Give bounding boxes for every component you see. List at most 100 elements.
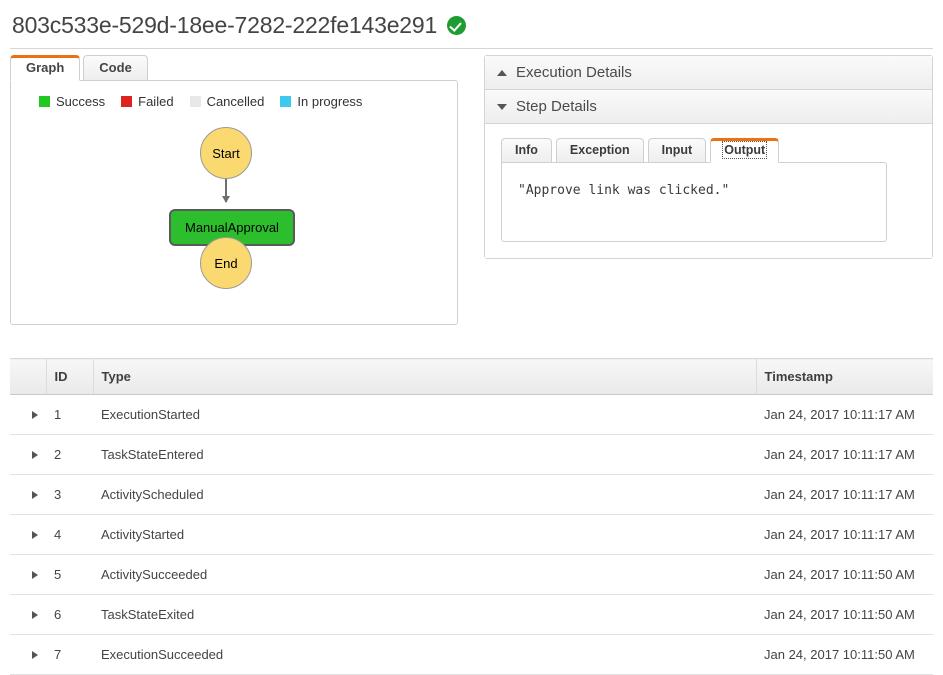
tab-info[interactable]: Info: [501, 138, 552, 163]
column-header-timestamp: Timestamp: [756, 358, 933, 395]
legend-item-cancelled: Cancelled: [189, 94, 265, 109]
row-timestamp: Jan 24, 2017 10:11:50 AM: [756, 594, 933, 635]
expand-triangle-icon[interactable]: [32, 450, 38, 459]
column-header-expand: [10, 358, 47, 395]
row-type: TaskStateEntered: [93, 434, 756, 475]
expand-triangle-icon[interactable]: [32, 650, 38, 659]
row-timestamp: Jan 24, 2017 10:11:17 AM: [756, 474, 933, 515]
row-id: 3: [46, 474, 93, 515]
triangle-down-icon: [497, 103, 507, 110]
step-details-body: Info Exception Input Output "Approve lin…: [485, 124, 932, 258]
row-expand-cell[interactable]: [10, 434, 46, 475]
row-type: ExecutionSucceeded: [93, 634, 756, 675]
graph-node-end-label: End: [214, 255, 238, 271]
row-expand-cell[interactable]: [10, 594, 46, 635]
table-body: 1 ExecutionStarted Jan 24, 2017 10:11:17…: [10, 394, 933, 675]
state-machine-graph: Start ManualApproval End: [11, 109, 457, 304]
top-section: Graph Code Success Failed Cancelled In p…: [0, 49, 943, 327]
tab-exception[interactable]: Exception: [555, 138, 644, 163]
legend-label-cancelled: Cancelled: [206, 94, 265, 109]
execution-events-table: ID Type Timestamp 1 ExecutionStarted Jan…: [10, 358, 933, 675]
tab-output[interactable]: Output: [710, 138, 780, 163]
table-header: ID Type Timestamp: [10, 358, 933, 395]
row-expand-cell[interactable]: [10, 474, 46, 515]
legend-label-failed: Failed: [138, 94, 174, 109]
legend-item-in-progress: In progress: [280, 94, 362, 109]
table-row[interactable]: 6 TaskStateExited Jan 24, 2017 10:11:50 …: [10, 594, 933, 635]
row-type: ActivityStarted: [93, 514, 756, 555]
graph-node-start-label: Start: [212, 145, 240, 161]
tab-input-label: Input: [661, 143, 693, 157]
row-timestamp: Jan 24, 2017 10:11:17 AM: [756, 394, 933, 435]
tab-exception-label: Exception: [569, 143, 630, 157]
output-content-box: "Approve link was clicked.": [501, 162, 887, 242]
row-timestamp: Jan 24, 2017 10:11:50 AM: [756, 634, 933, 675]
graph-node-end[interactable]: End: [200, 237, 252, 289]
table-row[interactable]: 5 ActivitySucceeded Jan 24, 2017 10:11:5…: [10, 554, 933, 595]
tab-code[interactable]: Code: [83, 55, 148, 81]
tab-output-label: Output: [722, 141, 768, 159]
graph-node-start[interactable]: Start: [200, 127, 252, 179]
graph-code-tabstrip: Graph Code: [10, 55, 458, 81]
expand-triangle-icon[interactable]: [32, 410, 38, 419]
legend-swatch-success-icon: [39, 96, 50, 107]
row-id: 1: [46, 394, 93, 435]
step-details-title: Step Details: [516, 98, 597, 115]
page-header: 803c533e-529d-18ee-7282-222fe143e291: [0, 0, 943, 39]
row-id: 5: [46, 554, 93, 595]
row-timestamp: Jan 24, 2017 10:11:17 AM: [756, 514, 933, 555]
row-id: 7: [46, 634, 93, 675]
execution-details-header[interactable]: Execution Details: [485, 56, 932, 90]
step-details-header[interactable]: Step Details: [485, 90, 932, 124]
tab-info-label: Info: [515, 143, 538, 157]
status-legend: Success Failed Cancelled In progress: [11, 81, 457, 109]
row-timestamp: Jan 24, 2017 10:11:17 AM: [756, 434, 933, 475]
table-row[interactable]: 7 ExecutionSucceeded Jan 24, 2017 10:11:…: [10, 634, 933, 675]
graph-canvas-container: Success Failed Cancelled In progress Sta: [10, 80, 458, 325]
table-row[interactable]: 3 ActivityScheduled Jan 24, 2017 10:11:1…: [10, 474, 933, 515]
row-type: TaskStateExited: [93, 594, 756, 635]
expand-triangle-icon[interactable]: [32, 610, 38, 619]
success-check-icon: [447, 16, 467, 35]
expand-triangle-icon[interactable]: [32, 530, 38, 539]
graph-edge-start-to-manualapproval: [222, 179, 229, 203]
table-row[interactable]: 4 ActivityStarted Jan 24, 2017 10:11:17 …: [10, 514, 933, 555]
graph-panel: Graph Code Success Failed Cancelled In p…: [10, 55, 458, 325]
triangle-up-icon: [497, 69, 507, 76]
row-type: ActivitySucceeded: [93, 554, 756, 595]
expand-triangle-icon[interactable]: [32, 570, 38, 579]
table-row[interactable]: 2 TaskStateEntered Jan 24, 2017 10:11:17…: [10, 434, 933, 475]
expand-triangle-icon[interactable]: [32, 490, 38, 499]
row-timestamp: Jan 24, 2017 10:11:50 AM: [756, 554, 933, 595]
legend-label-success: Success: [56, 94, 106, 109]
table-row[interactable]: 1 ExecutionStarted Jan 24, 2017 10:11:17…: [10, 394, 933, 435]
tab-graph[interactable]: Graph: [10, 55, 81, 81]
graph-node-manualapproval-label: ManualApproval: [185, 220, 279, 235]
row-expand-cell[interactable]: [10, 514, 46, 555]
legend-swatch-cancelled-icon: [189, 96, 201, 107]
tab-graph-label: Graph: [26, 60, 65, 75]
row-type: ExecutionStarted: [93, 394, 756, 435]
tab-code-label: Code: [99, 60, 132, 75]
legend-item-failed: Failed: [121, 94, 174, 109]
column-header-id: ID: [46, 358, 94, 395]
step-details-tabstrip: Info Exception Input Output: [501, 138, 916, 163]
tab-input[interactable]: Input: [647, 138, 707, 163]
row-expand-cell[interactable]: [10, 634, 46, 675]
legend-swatch-in-progress-icon: [280, 96, 292, 107]
legend-label-in-progress: In progress: [297, 94, 363, 109]
execution-details-title: Execution Details: [516, 64, 632, 81]
details-panel: Execution Details Step Details Info Exce…: [484, 55, 933, 259]
table-header-row: ID Type Timestamp: [10, 358, 933, 395]
output-text: "Approve link was clicked.": [518, 183, 730, 198]
row-type: ActivityScheduled: [93, 474, 756, 515]
row-id: 2: [46, 434, 93, 475]
page-title: 803c533e-529d-18ee-7282-222fe143e291: [12, 12, 438, 38]
row-id: 6: [46, 594, 93, 635]
row-id: 4: [46, 514, 93, 555]
row-expand-cell[interactable]: [10, 394, 46, 435]
legend-swatch-failed-icon: [121, 96, 133, 107]
column-header-type: Type: [93, 358, 757, 395]
legend-item-success: Success: [39, 94, 105, 109]
row-expand-cell[interactable]: [10, 554, 46, 595]
